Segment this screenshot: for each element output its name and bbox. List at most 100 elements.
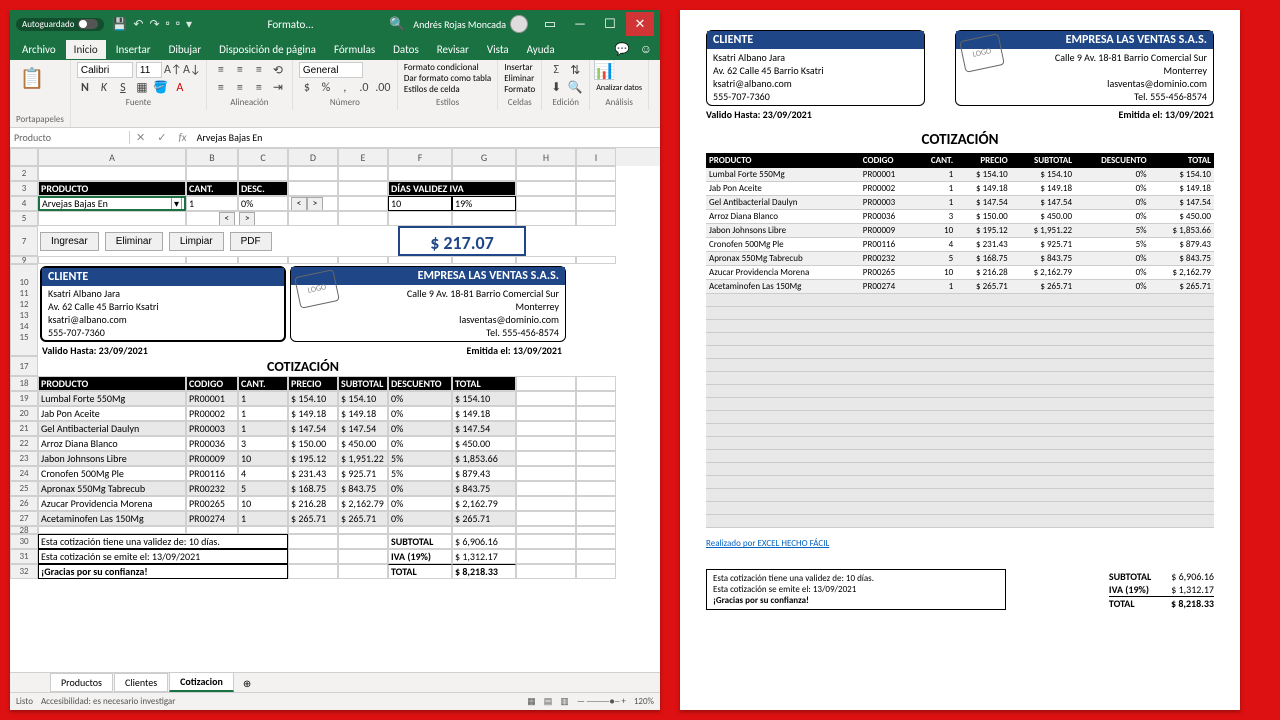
- autosum-icon[interactable]: Σ: [548, 62, 564, 78]
- align-top-icon[interactable]: ≡: [213, 62, 229, 78]
- cell[interactable]: 0%: [388, 391, 452, 406]
- cell[interactable]: $ 154.10: [338, 391, 388, 406]
- cell[interactable]: [516, 534, 576, 549]
- view-normal-icon[interactable]: ▦: [527, 696, 536, 707]
- cell[interactable]: $ 265.71: [452, 511, 516, 526]
- cell[interactable]: [288, 526, 338, 534]
- cell[interactable]: [516, 211, 576, 226]
- cell[interactable]: Jabon Johnsons Libre: [38, 451, 186, 466]
- row-header[interactable]: 25: [10, 481, 38, 496]
- cell[interactable]: 10: [238, 451, 288, 466]
- cell[interactable]: [288, 256, 338, 264]
- cell-styles[interactable]: Estilos de celda: [404, 84, 491, 95]
- tab-vista[interactable]: Vista: [479, 40, 517, 59]
- cell[interactable]: [576, 481, 616, 496]
- cell[interactable]: $ 150.00: [288, 436, 338, 451]
- row-header[interactable]: 26: [10, 496, 38, 511]
- comma-icon[interactable]: ,: [337, 80, 353, 96]
- cell[interactable]: [576, 391, 616, 406]
- undo-icon[interactable]: ↶: [133, 17, 143, 32]
- cell[interactable]: 0%: [388, 436, 452, 451]
- col-B[interactable]: B: [186, 148, 238, 166]
- tab-disposicion[interactable]: Disposición de página: [211, 40, 324, 59]
- sheet-productos[interactable]: Productos: [50, 673, 113, 692]
- cell[interactable]: [576, 466, 616, 481]
- row-header[interactable]: 3: [10, 181, 38, 196]
- user-profile[interactable]: Andrés Rojas Moncada: [413, 15, 528, 33]
- cell[interactable]: [186, 166, 238, 181]
- cell[interactable]: DESC.: [238, 181, 288, 196]
- cell[interactable]: [288, 211, 338, 226]
- fx-icon[interactable]: fx: [172, 131, 192, 144]
- formula-input[interactable]: Arvejas Bajas En: [193, 131, 660, 144]
- cell[interactable]: $ 6,906.16: [452, 534, 516, 549]
- cell[interactable]: $ 925.71: [338, 466, 388, 481]
- format-cells[interactable]: Formato: [504, 84, 535, 95]
- zoom-slider[interactable]: — ─────●─ +: [577, 696, 626, 707]
- cell[interactable]: PR00274: [186, 511, 238, 526]
- cell[interactable]: Cronofen 500Mg Ple: [38, 466, 186, 481]
- accessibility-status[interactable]: Accesibilidad: es necesario investigar: [41, 696, 175, 707]
- row-header[interactable]: 2: [10, 166, 38, 181]
- row-header[interactable]: 22: [10, 436, 38, 451]
- cell[interactable]: Lumbal Forte 550Mg: [38, 391, 186, 406]
- cell[interactable]: 0%: [238, 196, 288, 211]
- cell[interactable]: 10: [388, 196, 452, 211]
- cell[interactable]: [338, 564, 388, 579]
- cell[interactable]: [576, 256, 616, 264]
- cell[interactable]: [238, 166, 288, 181]
- cell[interactable]: PR00265: [186, 496, 238, 511]
- cell[interactable]: 5: [238, 481, 288, 496]
- indent-icon[interactable]: ⇥: [270, 80, 286, 96]
- percent-icon[interactable]: %: [318, 80, 334, 96]
- cell[interactable]: 3: [238, 436, 288, 451]
- cell[interactable]: [516, 181, 576, 196]
- cell[interactable]: [516, 196, 576, 211]
- italic-icon[interactable]: K: [96, 80, 112, 96]
- cell[interactable]: [516, 391, 576, 406]
- tab-archivo[interactable]: Archivo: [14, 40, 64, 59]
- col-F[interactable]: F: [388, 148, 452, 166]
- cell[interactable]: $ 265.71: [288, 511, 338, 526]
- cell[interactable]: [338, 181, 388, 196]
- tab-revisar[interactable]: Revisar: [429, 40, 477, 59]
- cell[interactable]: CANT.: [238, 376, 288, 391]
- cell[interactable]: [338, 549, 388, 564]
- cell[interactable]: 10: [238, 496, 288, 511]
- cell[interactable]: $ 149.18: [338, 406, 388, 421]
- cell[interactable]: $ 450.00: [338, 436, 388, 451]
- add-sheet-icon[interactable]: ⊕: [235, 675, 259, 692]
- find-icon[interactable]: 🔍: [567, 80, 583, 96]
- cell[interactable]: [576, 534, 616, 549]
- row-header[interactable]: 24: [10, 466, 38, 481]
- cell[interactable]: [576, 166, 616, 181]
- cell[interactable]: $ 147.54: [288, 421, 338, 436]
- cell[interactable]: $ 216.28: [288, 496, 338, 511]
- cell[interactable]: CODIGO: [186, 376, 238, 391]
- cell[interactable]: [516, 526, 576, 534]
- cell[interactable]: [452, 211, 516, 226]
- grow-font-icon[interactable]: A↑: [165, 62, 181, 78]
- cell[interactable]: 0%: [388, 496, 452, 511]
- insert-cells[interactable]: Insertar: [504, 62, 535, 73]
- cell[interactable]: [388, 166, 452, 181]
- cell[interactable]: $ 843.75: [452, 481, 516, 496]
- cell[interactable]: PRECIO: [288, 376, 338, 391]
- cell[interactable]: [516, 166, 576, 181]
- cell[interactable]: [576, 526, 616, 534]
- cell[interactable]: [576, 549, 616, 564]
- font-color-icon[interactable]: A: [172, 80, 188, 96]
- minimize-icon[interactable]: —: [566, 12, 594, 36]
- pdf-button[interactable]: PDF: [230, 232, 272, 251]
- row-header[interactable]: 9: [10, 256, 38, 264]
- cell[interactable]: 0%: [388, 511, 452, 526]
- cell[interactable]: Arroz Diana Blanco: [38, 436, 186, 451]
- cell[interactable]: [516, 466, 576, 481]
- cond-format[interactable]: Formato condicional: [404, 62, 491, 73]
- search-icon[interactable]: 🔍: [389, 17, 405, 32]
- cell[interactable]: [338, 196, 388, 211]
- cell[interactable]: $ 231.43: [288, 466, 338, 481]
- cell[interactable]: [388, 526, 452, 534]
- cell[interactable]: $ 149.18: [288, 406, 338, 421]
- col-D[interactable]: D: [288, 148, 338, 166]
